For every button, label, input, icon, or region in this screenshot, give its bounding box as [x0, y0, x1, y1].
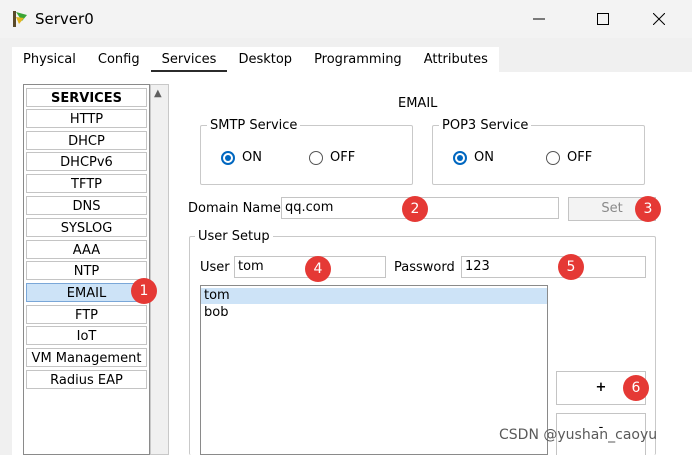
- user-setup-legend: User Setup: [195, 229, 273, 244]
- close-button[interactable]: [636, 0, 682, 38]
- service-item-ftp[interactable]: FTP: [26, 305, 147, 324]
- email-title: EMAIL: [398, 96, 438, 111]
- window-title: Server0: [35, 10, 94, 28]
- packet-tracer-server-icon: [13, 11, 27, 27]
- smtp-service-legend: SMTP Service: [207, 118, 301, 133]
- annotation-badge-4: 4: [305, 256, 331, 282]
- smtp-on-radio[interactable]: [221, 151, 235, 165]
- domain-name-label: Domain Name:: [188, 201, 286, 216]
- smtp-off-radio[interactable]: [309, 151, 323, 165]
- services-scrollbar[interactable]: [150, 84, 169, 455]
- maximize-icon: [597, 13, 609, 25]
- service-item-dhcp[interactable]: DHCP: [26, 131, 147, 150]
- service-item-vm-management[interactable]: VM Management: [26, 348, 147, 367]
- annotation-badge-3: 3: [635, 196, 661, 222]
- service-item-radius-eap[interactable]: Radius EAP: [26, 370, 147, 389]
- services-header: SERVICES: [26, 88, 147, 107]
- tab-physical[interactable]: Physical: [12, 47, 87, 72]
- user-list-item-bob[interactable]: bob: [201, 305, 547, 321]
- close-icon: [653, 13, 665, 25]
- service-item-dns[interactable]: DNS: [26, 196, 147, 215]
- pop3-on-radio[interactable]: [453, 151, 467, 165]
- watermark: CSDN @yushan_caoyu: [499, 427, 658, 443]
- service-item-tftp[interactable]: TFTP: [26, 174, 147, 193]
- tab-config[interactable]: Config: [87, 47, 151, 72]
- pop3-on-label: ON: [474, 150, 494, 165]
- annotation-badge-2: 2: [402, 196, 428, 222]
- pop3-service-legend: POP3 Service: [439, 118, 532, 133]
- service-item-syslog[interactable]: SYSLOG: [26, 218, 147, 237]
- pop3-off-radio[interactable]: [546, 151, 560, 165]
- minimize-button[interactable]: [516, 0, 562, 38]
- service-item-dhcpv6[interactable]: DHCPv6: [26, 152, 147, 171]
- scroll-up-icon[interactable]: ▲: [154, 88, 162, 99]
- tab-desktop[interactable]: Desktop: [227, 47, 303, 72]
- smtp-off-label: OFF: [330, 150, 356, 165]
- user-label: User: [200, 260, 230, 275]
- service-item-http[interactable]: HTTP: [26, 109, 147, 128]
- annotation-badge-1: 1: [131, 278, 157, 304]
- password-input[interactable]: 123: [461, 256, 646, 278]
- user-list-item-tom[interactable]: tom: [201, 288, 547, 304]
- smtp-on-label: ON: [242, 150, 262, 165]
- tab-programming[interactable]: Programming: [303, 47, 413, 72]
- tab-services[interactable]: Services: [150, 47, 228, 72]
- pop3-off-label: OFF: [567, 150, 593, 165]
- annotation-badge-5: 5: [558, 254, 584, 280]
- annotation-badge-6: 6: [623, 375, 649, 401]
- tab-bar: Physical Config Services Desktop Program…: [12, 47, 499, 72]
- service-item-email[interactable]: EMAIL: [26, 283, 147, 302]
- tab-attributes[interactable]: Attributes: [413, 47, 499, 72]
- maximize-button[interactable]: [580, 0, 626, 38]
- password-label: Password: [394, 260, 455, 275]
- service-item-aaa[interactable]: AAA: [26, 240, 147, 259]
- minimize-icon: [533, 18, 545, 20]
- service-item-iot[interactable]: IoT: [26, 326, 147, 345]
- service-item-ntp[interactable]: NTP: [26, 261, 147, 280]
